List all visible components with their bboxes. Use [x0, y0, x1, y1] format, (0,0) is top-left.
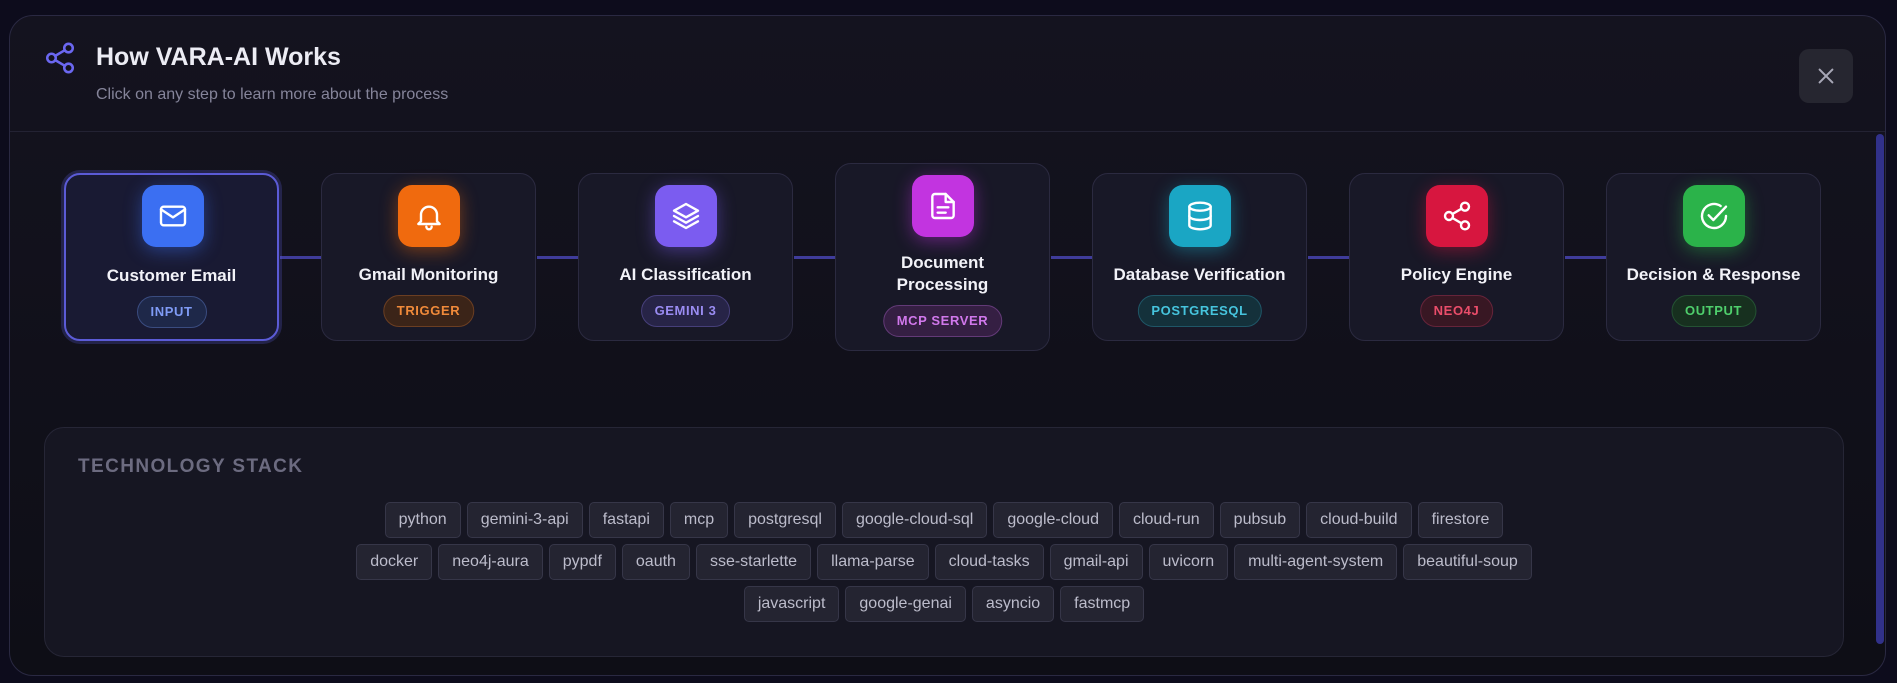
step-title: Gmail Monitoring — [358, 265, 499, 284]
step-document-processing[interactable]: Document Processing MCP SERVER — [835, 163, 1050, 351]
database-icon — [1169, 185, 1231, 247]
tech-tag[interactable]: cloud-run — [1118, 502, 1214, 538]
tech-tag[interactable]: sse-starlette — [695, 544, 812, 580]
step-tag: POSTGRESQL — [1137, 295, 1262, 327]
tech-tag[interactable]: multi-agent-system — [1234, 544, 1398, 580]
step-title: AI Classification — [619, 265, 752, 284]
tech-tag[interactable]: mcp — [669, 502, 729, 538]
step-title: Database Verification — [1113, 265, 1286, 284]
technology-tags: python gemini-3-api fastapi mcp postgres… — [45, 502, 1843, 628]
tech-tag[interactable]: postgresql — [734, 502, 836, 538]
technology-stack-panel: TECHNOLOGY STACK python gemini-3-api fas… — [44, 427, 1844, 657]
tech-tag[interactable]: pypdf — [548, 544, 616, 580]
tech-tag[interactable]: fastapi — [588, 502, 664, 538]
technology-stack-title: TECHNOLOGY STACK — [78, 456, 304, 477]
step-tag: NEO4J — [1419, 295, 1494, 327]
step-decision-response[interactable]: Decision & Response OUTPUT — [1606, 173, 1821, 341]
tech-tag[interactable]: cloud-tasks — [934, 544, 1044, 580]
step-ai-classification[interactable]: AI Classification GEMINI 3 — [578, 173, 793, 341]
tech-tag[interactable]: firestore — [1417, 502, 1504, 538]
tech-tag[interactable]: javascript — [743, 586, 840, 622]
step-tag: OUTPUT — [1670, 295, 1757, 327]
tech-tag[interactable]: cloud-build — [1306, 502, 1412, 538]
step-title: Decision & Response — [1626, 265, 1801, 284]
step-tag: MCP SERVER — [882, 305, 1003, 337]
tech-tag[interactable]: gemini-3-api — [466, 502, 583, 538]
share-icon — [1426, 185, 1488, 247]
check-circle-icon — [1683, 185, 1745, 247]
bell-icon — [398, 185, 460, 247]
step-gmail-monitoring[interactable]: Gmail Monitoring TRIGGER — [321, 173, 536, 341]
step-tag: GEMINI 3 — [640, 295, 731, 327]
tech-tag[interactable]: beautiful-soup — [1403, 544, 1532, 580]
step-tag: INPUT — [136, 296, 207, 328]
tech-tag[interactable]: llama-parse — [817, 544, 929, 580]
tech-tag[interactable]: gmail-api — [1049, 544, 1143, 580]
tech-tag[interactable]: python — [384, 502, 461, 538]
tech-tag[interactable]: google-cloud-sql — [841, 502, 988, 538]
tech-tag[interactable]: oauth — [621, 544, 690, 580]
tech-tag[interactable]: google-cloud — [993, 502, 1113, 538]
how-it-works-modal: How VARA-AI Works Click on any step to l… — [9, 15, 1886, 676]
step-title: Policy Engine — [1400, 265, 1513, 284]
step-title: Document Processing — [896, 253, 989, 294]
tag-row: python gemini-3-api fastapi mcp postgres… — [45, 502, 1843, 538]
tech-tag[interactable]: uvicorn — [1148, 544, 1229, 580]
step-title: Customer Email — [106, 266, 237, 285]
tech-tag[interactable]: fastmcp — [1060, 586, 1145, 622]
tag-row: docker neo4j-aura pypdf oauth sse-starle… — [45, 544, 1843, 580]
step-tag: TRIGGER — [382, 295, 475, 327]
layers-icon — [655, 185, 717, 247]
tech-tag[interactable]: neo4j-aura — [438, 544, 543, 580]
tag-row: javascript google-genai asyncio fastmcp — [45, 586, 1843, 622]
tech-tag[interactable]: docker — [356, 544, 433, 580]
process-flow: Customer Email INPUT Gmail Monitoring TR… — [10, 16, 1885, 356]
tech-tag[interactable]: asyncio — [971, 586, 1055, 622]
step-customer-email[interactable]: Customer Email INPUT — [64, 173, 279, 341]
mail-icon — [142, 185, 204, 247]
document-icon — [912, 175, 974, 237]
step-database-verification[interactable]: Database Verification POSTGRESQL — [1092, 173, 1307, 341]
tech-tag[interactable]: google-genai — [845, 586, 966, 622]
step-policy-engine[interactable]: Policy Engine NEO4J — [1349, 173, 1564, 341]
tech-tag[interactable]: pubsub — [1219, 502, 1301, 538]
